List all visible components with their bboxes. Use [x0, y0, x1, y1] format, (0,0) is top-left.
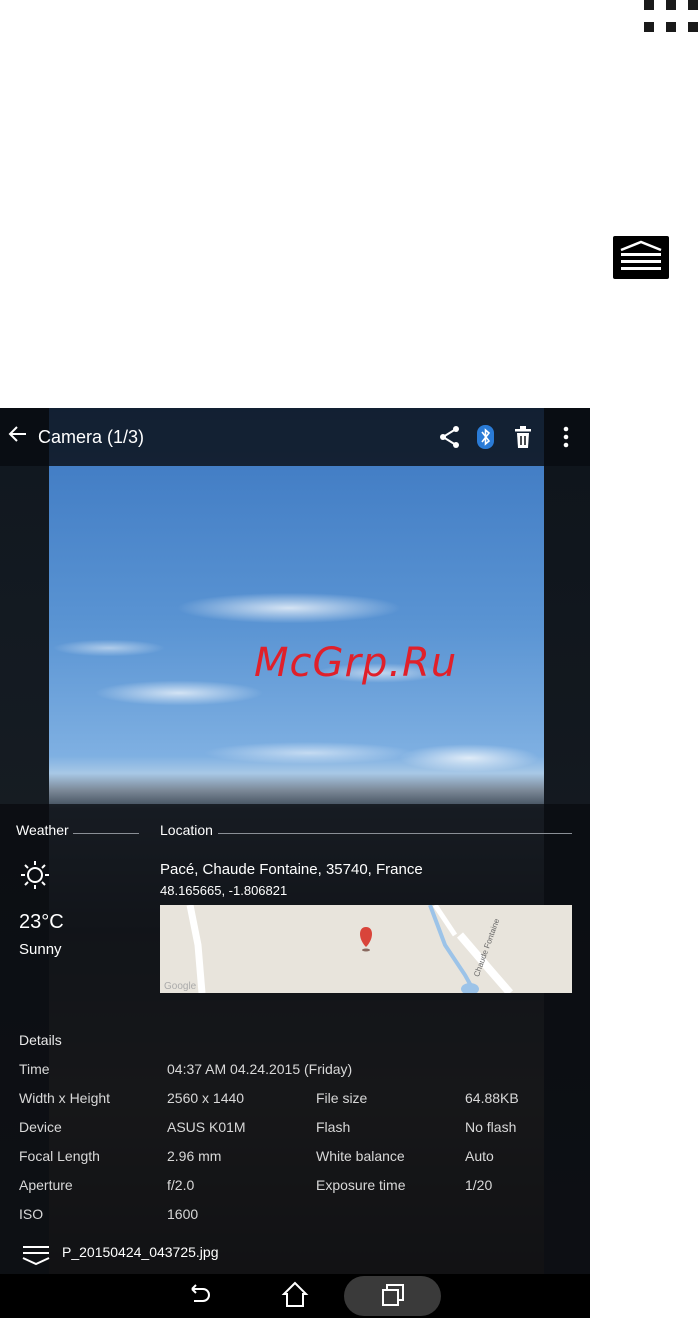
device-value: ASUS K01M: [167, 1119, 246, 1135]
location-label: Location: [160, 822, 213, 838]
file-name: P_20150424_043725.jpg: [62, 1244, 219, 1260]
album-title: Camera (1/3): [38, 427, 145, 447]
iso-value: 1600: [167, 1206, 199, 1222]
stack-menu-icon: [613, 236, 669, 279]
flash-value: No flash: [465, 1119, 517, 1135]
exposure-time-value: 1/20: [465, 1177, 493, 1193]
focal-length-label: Focal Length: [19, 1148, 100, 1164]
trash-icon[interactable]: [512, 424, 536, 450]
back-nav-icon[interactable]: [184, 1280, 214, 1310]
collapse-info-icon[interactable]: [22, 1244, 50, 1266]
app-bar: Camera (1/3): [0, 408, 590, 466]
weather-label: Weather: [16, 822, 69, 838]
aperture-value: f/2.0: [167, 1177, 195, 1193]
sun-icon: [20, 860, 50, 890]
recent-apps-icon[interactable]: [378, 1280, 408, 1310]
white-balance-label: White balance: [316, 1148, 405, 1164]
flash-label: Flash: [316, 1119, 351, 1135]
aperture-label: Aperture: [19, 1177, 73, 1193]
share-icon[interactable]: [438, 424, 462, 450]
grid-icon: [644, 0, 699, 34]
time-label: Time: [19, 1061, 50, 1077]
home-nav-icon[interactable]: [280, 1280, 310, 1310]
map-brand: Google: [164, 981, 197, 992]
width-height-label: Width x Height: [19, 1090, 111, 1106]
weather-condition: Sunny: [19, 941, 62, 958]
iso-label: ISO: [19, 1206, 44, 1222]
navigation-bar: [0, 1274, 590, 1318]
file-size-value: 64.88KB: [465, 1090, 519, 1106]
location-address: Pacé, Chaude Fontaine, 35740, France: [160, 861, 423, 878]
photo-info-panel: Weather Location 23°C Sunny Pacé, Chaude…: [0, 804, 590, 1278]
back-arrow-icon[interactable]: [8, 424, 30, 446]
temperature: 23°C: [19, 911, 64, 933]
more-options-icon[interactable]: [556, 424, 580, 450]
watermark: McGrp.Ru: [254, 640, 458, 686]
file-size-label: File size: [316, 1090, 368, 1106]
white-balance-value: Auto: [465, 1148, 494, 1164]
focal-length-value: 2.96 mm: [167, 1148, 222, 1164]
device-label: Device: [19, 1119, 62, 1135]
location-map[interactable]: Chaude Fontaine Google: [160, 905, 572, 993]
location-coordinates: 48.165665, -1.806821: [160, 883, 288, 898]
time-value: 04:37 AM 04.24.2015 (Friday): [167, 1061, 353, 1077]
details-title: Details: [19, 1032, 62, 1048]
phone-screen: Camera (1/3) McGrp.Ru Weather Location 2…: [0, 408, 590, 1318]
exposure-time-label: Exposure time: [316, 1177, 406, 1193]
bluetooth-icon[interactable]: [474, 424, 498, 450]
width-height-value: 2560 x 1440: [167, 1090, 245, 1106]
